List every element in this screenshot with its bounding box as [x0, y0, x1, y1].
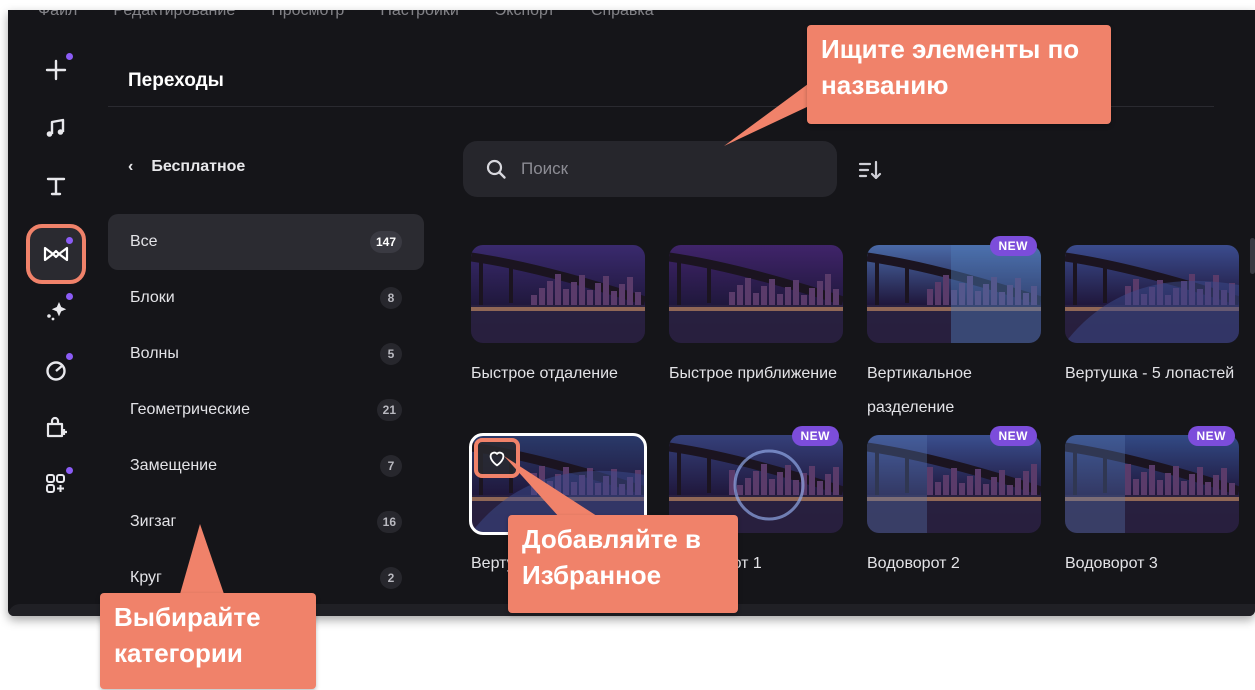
transition-tile[interactable]: NEW Вертикальное разделение — [867, 236, 1041, 427]
transition-thumbnail[interactable] — [867, 435, 1041, 533]
effects-button[interactable] — [30, 284, 82, 336]
thumbnail-image — [1065, 435, 1239, 533]
category-count-badge: 5 — [380, 343, 402, 365]
app: Файл Редактирование Просмотр Настройки Э… — [0, 0, 1255, 690]
more-tools-button[interactable] — [30, 458, 82, 510]
music-button[interactable] — [30, 102, 82, 154]
category-label: Волны — [130, 345, 179, 362]
category-count-badge: 16 — [376, 511, 402, 533]
transition-tile[interactable]: NEW Водоворот 3 — [1065, 426, 1239, 616]
transition-tile[interactable]: Быстрое приближение — [669, 245, 843, 427]
transitions-button[interactable] — [26, 224, 86, 284]
new-indicator-dot — [66, 467, 73, 474]
transition-tile[interactable]: Быстрое отдаление — [471, 245, 645, 427]
new-badge: NEW — [989, 426, 1037, 446]
callout-favorites-text: Добавляйте в Избранное — [522, 524, 701, 590]
search-icon — [486, 159, 506, 179]
tool-rail — [8, 10, 108, 616]
new-indicator-dot — [66, 293, 73, 300]
category-item[interactable]: Блоки 8 — [108, 270, 424, 326]
thumbnail-image — [471, 245, 645, 343]
category-item[interactable]: Геометрические 21 — [108, 382, 424, 438]
category-count-badge: 21 — [376, 399, 402, 421]
menu-view[interactable]: Просмотр — [271, 10, 344, 20]
store-button[interactable] — [30, 402, 82, 454]
new-badge: NEW — [1187, 426, 1235, 446]
sort-icon[interactable] — [856, 157, 884, 185]
scroll-handle[interactable] — [1250, 238, 1255, 274]
category-label: Все — [130, 233, 158, 250]
thumbnail-image — [867, 245, 1041, 343]
music-icon — [46, 118, 65, 137]
new-badge: NEW — [989, 236, 1037, 256]
transition-label: Вертушка - 5 лопастей — [1065, 365, 1235, 382]
category-item[interactable]: Замещение 7 — [108, 438, 424, 494]
transition-label: Быстрое отдаление — [471, 365, 618, 382]
transition-thumbnail[interactable] — [1065, 435, 1239, 533]
transition-thumbnail[interactable] — [867, 245, 1041, 343]
sparkle-icon — [47, 302, 67, 321]
transition-thumbnail[interactable] — [1065, 245, 1239, 343]
transition-thumbnail[interactable] — [471, 245, 645, 343]
menu-settings[interactable]: Настройки — [380, 10, 458, 20]
category-label: Геометрические — [130, 401, 250, 418]
callout-categories: Выбирайте категории — [100, 593, 316, 689]
new-indicator-dot — [66, 237, 73, 244]
collection-label: Бесплатное — [151, 158, 246, 175]
transition-label: Вертикальное разделение — [867, 365, 972, 416]
callout-pointer — [180, 524, 224, 594]
category-list: Все 147 Блоки 8 Волны 5 Геометрические 21 Замеще… — [108, 214, 424, 606]
category-label: Блоки — [130, 289, 175, 306]
category-count-badge: 8 — [380, 287, 402, 309]
menu-edit[interactable]: Редактирование — [113, 10, 235, 20]
thumbnail-image — [669, 245, 843, 343]
menu-bar: Файл Редактирование Просмотр Настройки Э… — [38, 10, 654, 20]
category-count-badge: 7 — [380, 455, 402, 477]
panel-title: Переходы — [128, 70, 224, 91]
category-label: Замещение — [130, 457, 218, 474]
back-to-collection-button[interactable]: ‹ Бесплатное — [128, 158, 245, 176]
sticker-icon — [46, 361, 66, 381]
apps-grid-icon — [46, 474, 65, 493]
category-item[interactable]: Волны 5 — [108, 326, 424, 382]
new-indicator-dot — [66, 53, 73, 60]
category-count-badge: 2 — [380, 567, 402, 589]
category-item[interactable]: Зигзаг 16 — [108, 494, 424, 550]
callout-categories-text: Выбирайте категории — [114, 602, 261, 668]
menu-export[interactable]: Экспорт — [495, 10, 555, 20]
titles-button[interactable] — [30, 160, 82, 212]
new-badge: NEW — [791, 426, 839, 446]
transitions-icon — [43, 246, 69, 262]
category-label: Круг — [130, 569, 162, 586]
menu-help[interactable]: Справка — [591, 10, 654, 20]
menu-file[interactable]: Файл — [38, 10, 77, 20]
shopping-bag-icon — [46, 416, 67, 438]
transition-thumbnail[interactable] — [669, 245, 843, 343]
callout-search-text: Ищите элементы по названию — [821, 34, 1080, 100]
transition-tile[interactable]: NEW Водоворот 2 — [867, 426, 1041, 616]
search-input[interactable] — [521, 159, 801, 179]
stickers-button[interactable] — [30, 344, 82, 396]
category-item[interactable]: Все 147 — [108, 214, 424, 270]
thumbnail-image — [867, 435, 1041, 533]
plus-icon — [45, 59, 67, 81]
chevron-left-icon: ‹ — [128, 158, 134, 175]
thumbnail-image — [1065, 245, 1239, 343]
add-media-button[interactable] — [30, 44, 82, 96]
category-count-badge: 147 — [369, 231, 402, 253]
callout-favorites: Добавляйте в Избранное — [508, 515, 738, 613]
text-icon — [46, 177, 66, 196]
transition-label: Быстрое приближение — [669, 365, 837, 382]
transition-tile[interactable]: Вертушка - 5 лопастей — [1065, 245, 1239, 427]
new-indicator-dot — [66, 353, 73, 360]
callout-search: Ищите элементы по названию — [807, 25, 1111, 124]
